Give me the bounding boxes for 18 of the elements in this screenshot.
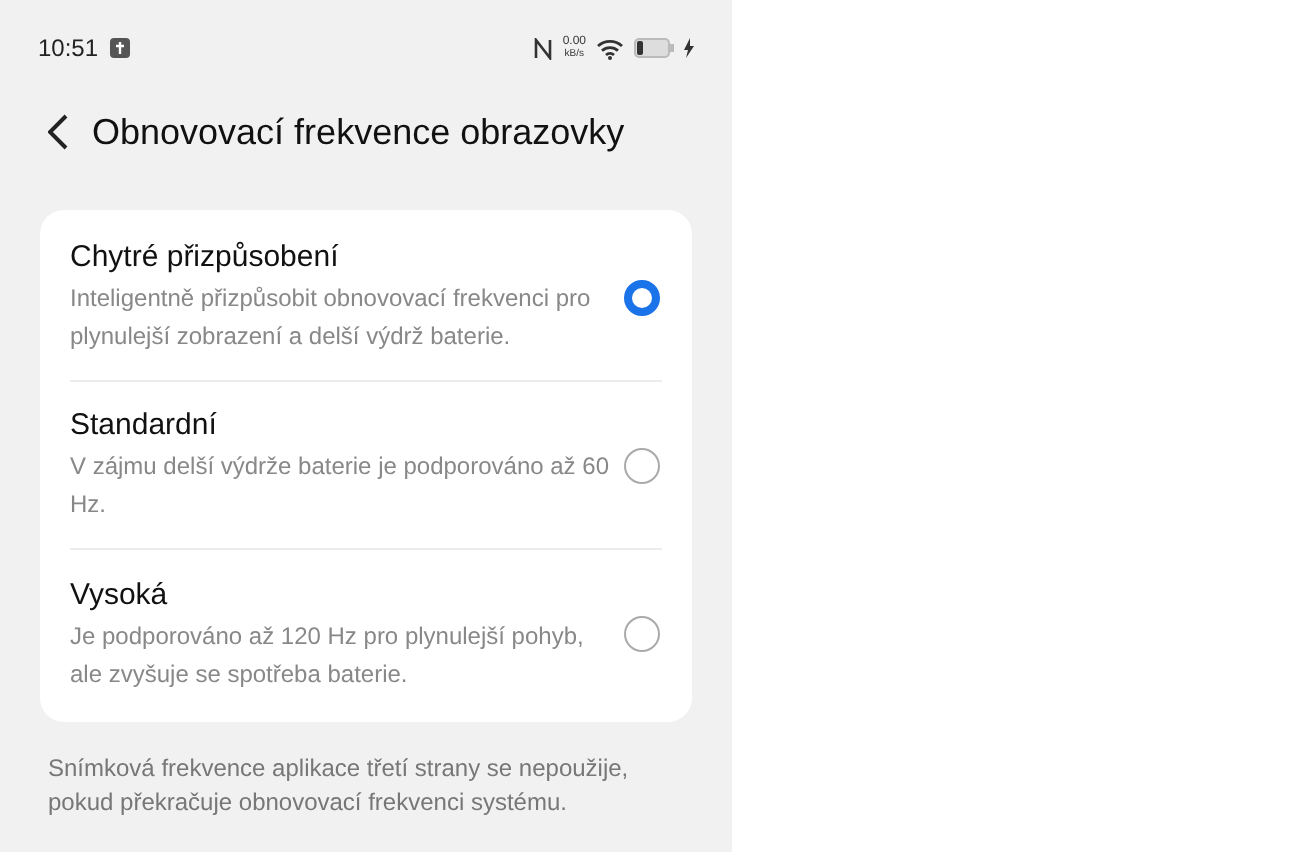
option-description: Inteligentně přizpůsobit obnovovací frekvenci pro plynulejší zobrazení a delší výdrž baterie. bbox=[70, 282, 593, 354]
app-notification-icon bbox=[110, 38, 131, 58]
option-title: Chytré přizpůsobení bbox=[70, 238, 341, 278]
radio-button[interactable] bbox=[624, 279, 660, 315]
back-icon[interactable] bbox=[48, 114, 68, 150]
status-time: 10:51 bbox=[38, 32, 99, 66]
battery-icon bbox=[634, 38, 674, 58]
charging-icon bbox=[684, 38, 694, 58]
option-description: Je podporováno až 120 Hz pro plynulejší pohyb, ale zvyšuje se spotřeba baterie. bbox=[70, 619, 586, 691]
page-title: Obnovovací frekvence obrazovky bbox=[92, 109, 625, 156]
nfc-icon bbox=[534, 37, 553, 59]
radio-button[interactable] bbox=[624, 616, 660, 652]
footer-note: Snímková frekvence aplikace třetí strany se nepoužije, pokud překračuje obnovovací frekvenci systému. bbox=[48, 752, 631, 820]
option-description: V zájmu delší výdrže baterie je podporováno až 60 Hz. bbox=[70, 450, 611, 522]
option-title: Vysoká bbox=[70, 575, 170, 615]
wifi-icon bbox=[596, 37, 624, 59]
option-title: Standardní bbox=[70, 406, 219, 446]
radio-button[interactable] bbox=[624, 447, 660, 483]
